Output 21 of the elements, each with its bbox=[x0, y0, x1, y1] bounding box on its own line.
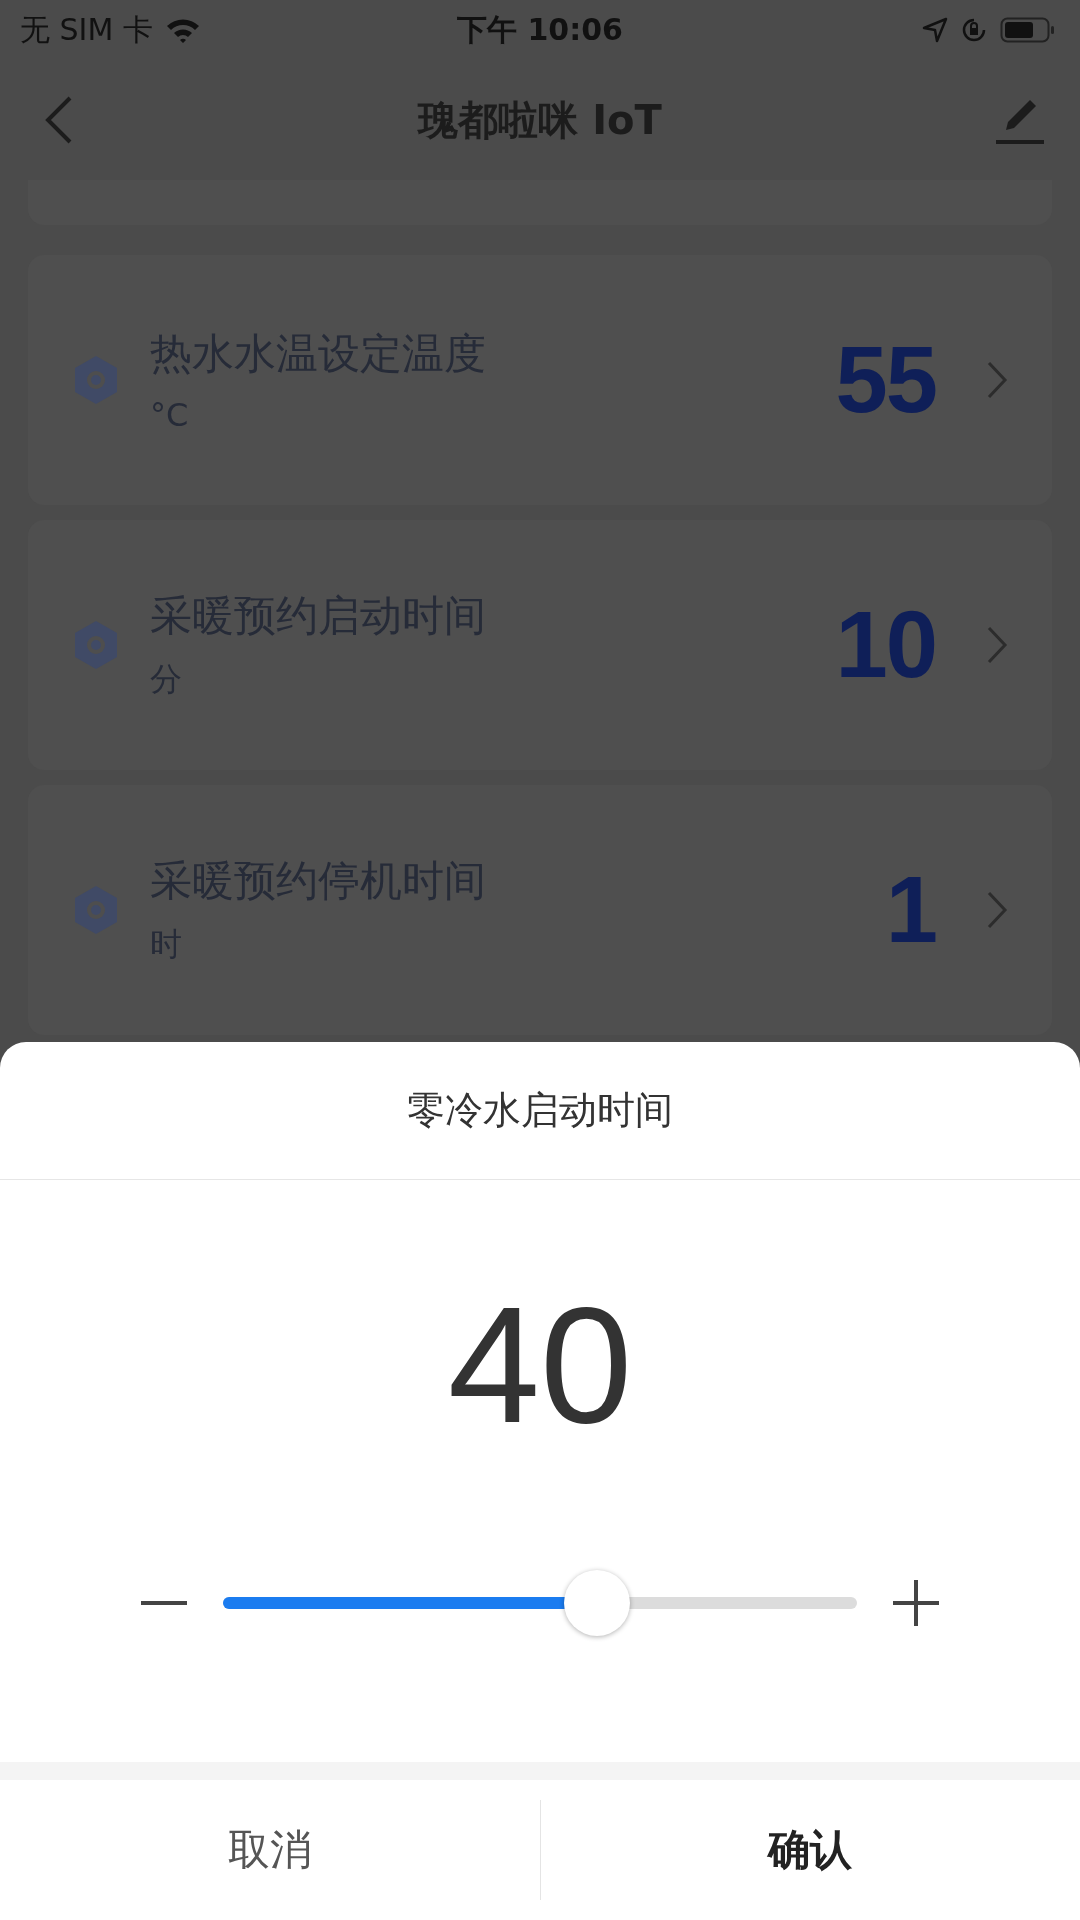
back-icon[interactable] bbox=[44, 95, 74, 145]
battery-icon bbox=[1000, 16, 1056, 44]
dialog-title: 零冷水启动时间 bbox=[407, 1087, 673, 1134]
value-display: 40 bbox=[447, 1280, 633, 1450]
setting-value: 55 bbox=[835, 326, 936, 434]
plus-icon[interactable] bbox=[893, 1580, 939, 1626]
rotation-lock-icon bbox=[960, 16, 988, 44]
chevron-right-icon bbox=[986, 360, 1008, 400]
minus-icon[interactable] bbox=[141, 1600, 187, 1606]
setting-value: 10 bbox=[835, 591, 936, 699]
location-arrow-icon bbox=[922, 17, 948, 43]
clock-text: 下午 10:06 bbox=[457, 10, 623, 49]
hexagon-nut-icon bbox=[72, 884, 120, 936]
setting-value: 1 bbox=[885, 856, 936, 964]
slider-thumb[interactable] bbox=[564, 1570, 631, 1636]
carrier-text: 无 SIM 卡 bbox=[20, 10, 153, 49]
chevron-right-icon bbox=[986, 625, 1008, 665]
hexagon-nut-icon bbox=[72, 354, 120, 406]
chevron-right-icon bbox=[986, 890, 1008, 930]
hexagon-nut-icon bbox=[72, 619, 120, 671]
slider-track[interactable] bbox=[223, 1597, 857, 1609]
